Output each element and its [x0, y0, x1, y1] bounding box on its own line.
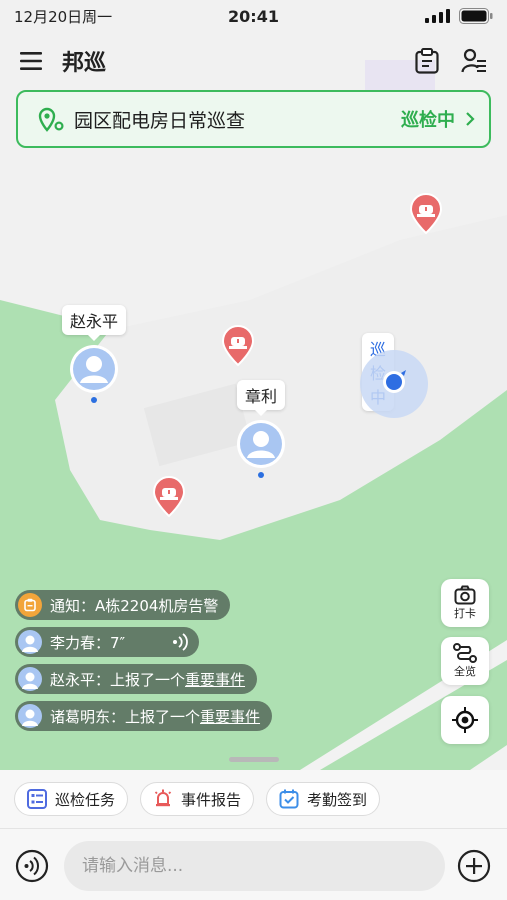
person-name-tag: 章利	[236, 380, 285, 416]
status-bar: 12月20日周一 20:41	[0, 0, 507, 32]
person-avatar-icon	[70, 345, 118, 393]
my-location-icon	[360, 350, 428, 418]
clipboard-icon[interactable]	[415, 48, 439, 74]
event-report-label: 事件报告	[181, 790, 242, 809]
notice-icon	[18, 593, 42, 617]
route-name: 园区配电房日常巡查	[74, 109, 246, 132]
location-dot	[91, 397, 97, 403]
voice-wave-icon	[173, 633, 189, 651]
locate-icon	[452, 707, 478, 733]
event-link[interactable]: 重要事件	[200, 706, 260, 727]
route-state: 巡检中	[401, 106, 475, 132]
notice-message[interactable]: 通知：A栋2204机房告警	[15, 590, 231, 620]
route-card[interactable]: 园区配电房日常巡查 巡检中	[16, 90, 491, 148]
check-in-button[interactable]: 打卡	[441, 579, 489, 627]
event-report-button[interactable]: 事件报告	[140, 782, 255, 816]
map-person-marker[interactable]: 章利	[235, 380, 287, 478]
avatar	[18, 704, 42, 728]
status-time: 20:41	[228, 6, 279, 26]
app-header: 邦巡	[0, 32, 507, 90]
route-pin-icon	[38, 107, 64, 132]
task-list-icon	[27, 789, 47, 809]
voice-message[interactable]: 李力春：7″	[15, 627, 200, 657]
divider	[0, 828, 507, 829]
attendance-label: 考勤签到	[307, 790, 368, 809]
message-feed: 通知：A栋2204机房告警 李力春：7″ 赵永平：上报了一个 重要事件 诸葛明东…	[15, 590, 273, 731]
alarm-marker[interactable]	[409, 193, 443, 235]
calendar-check-icon	[279, 789, 299, 809]
chevron-right-icon	[466, 112, 475, 126]
voice-input-icon[interactable]	[15, 849, 49, 883]
camera-icon	[454, 585, 476, 605]
avatar	[18, 630, 42, 654]
route-icon	[453, 643, 477, 663]
menu-icon[interactable]	[20, 52, 42, 70]
sheet-handle[interactable]	[229, 757, 279, 762]
voice-text: 李力春：7″	[50, 633, 126, 652]
overview-button[interactable]: 全览	[441, 637, 489, 685]
alarm-marker[interactable]	[152, 476, 186, 518]
patrol-task-button[interactable]: 巡检任务	[14, 782, 129, 816]
person-avatar-icon	[237, 420, 285, 468]
message-input[interactable]	[64, 841, 445, 891]
location-dot	[258, 472, 264, 478]
person-name-tag: 赵永平	[62, 305, 127, 341]
avatar	[18, 667, 42, 691]
patrol-task-label: 巡检任务	[55, 790, 116, 809]
route-state-label: 巡检中	[401, 110, 455, 131]
event-link[interactable]: 重要事件	[185, 669, 245, 690]
notice-text: 通知：A栋2204机房告警	[50, 596, 219, 615]
overview-label: 全览	[454, 665, 476, 678]
event-text: 诸葛明东：上报了一个	[50, 707, 201, 726]
bottom-panel: 巡检任务 事件报告 考勤签到	[0, 770, 507, 900]
alarm-bell-icon	[154, 789, 172, 807]
alarm-marker[interactable]	[221, 325, 255, 367]
user-list-icon[interactable]	[461, 48, 487, 74]
add-icon[interactable]	[457, 849, 491, 883]
attendance-button[interactable]: 考勤签到	[266, 782, 381, 816]
locate-button[interactable]	[441, 696, 489, 744]
event-message[interactable]: 赵永平：上报了一个 重要事件	[15, 664, 258, 694]
page-title: 邦巡	[62, 51, 107, 76]
event-text: 赵永平：上报了一个	[50, 670, 186, 689]
event-message[interactable]: 诸葛明东：上报了一个 重要事件	[15, 701, 273, 731]
check-in-label: 打卡	[454, 607, 476, 620]
map-person-marker[interactable]: 赵永平	[62, 305, 127, 403]
